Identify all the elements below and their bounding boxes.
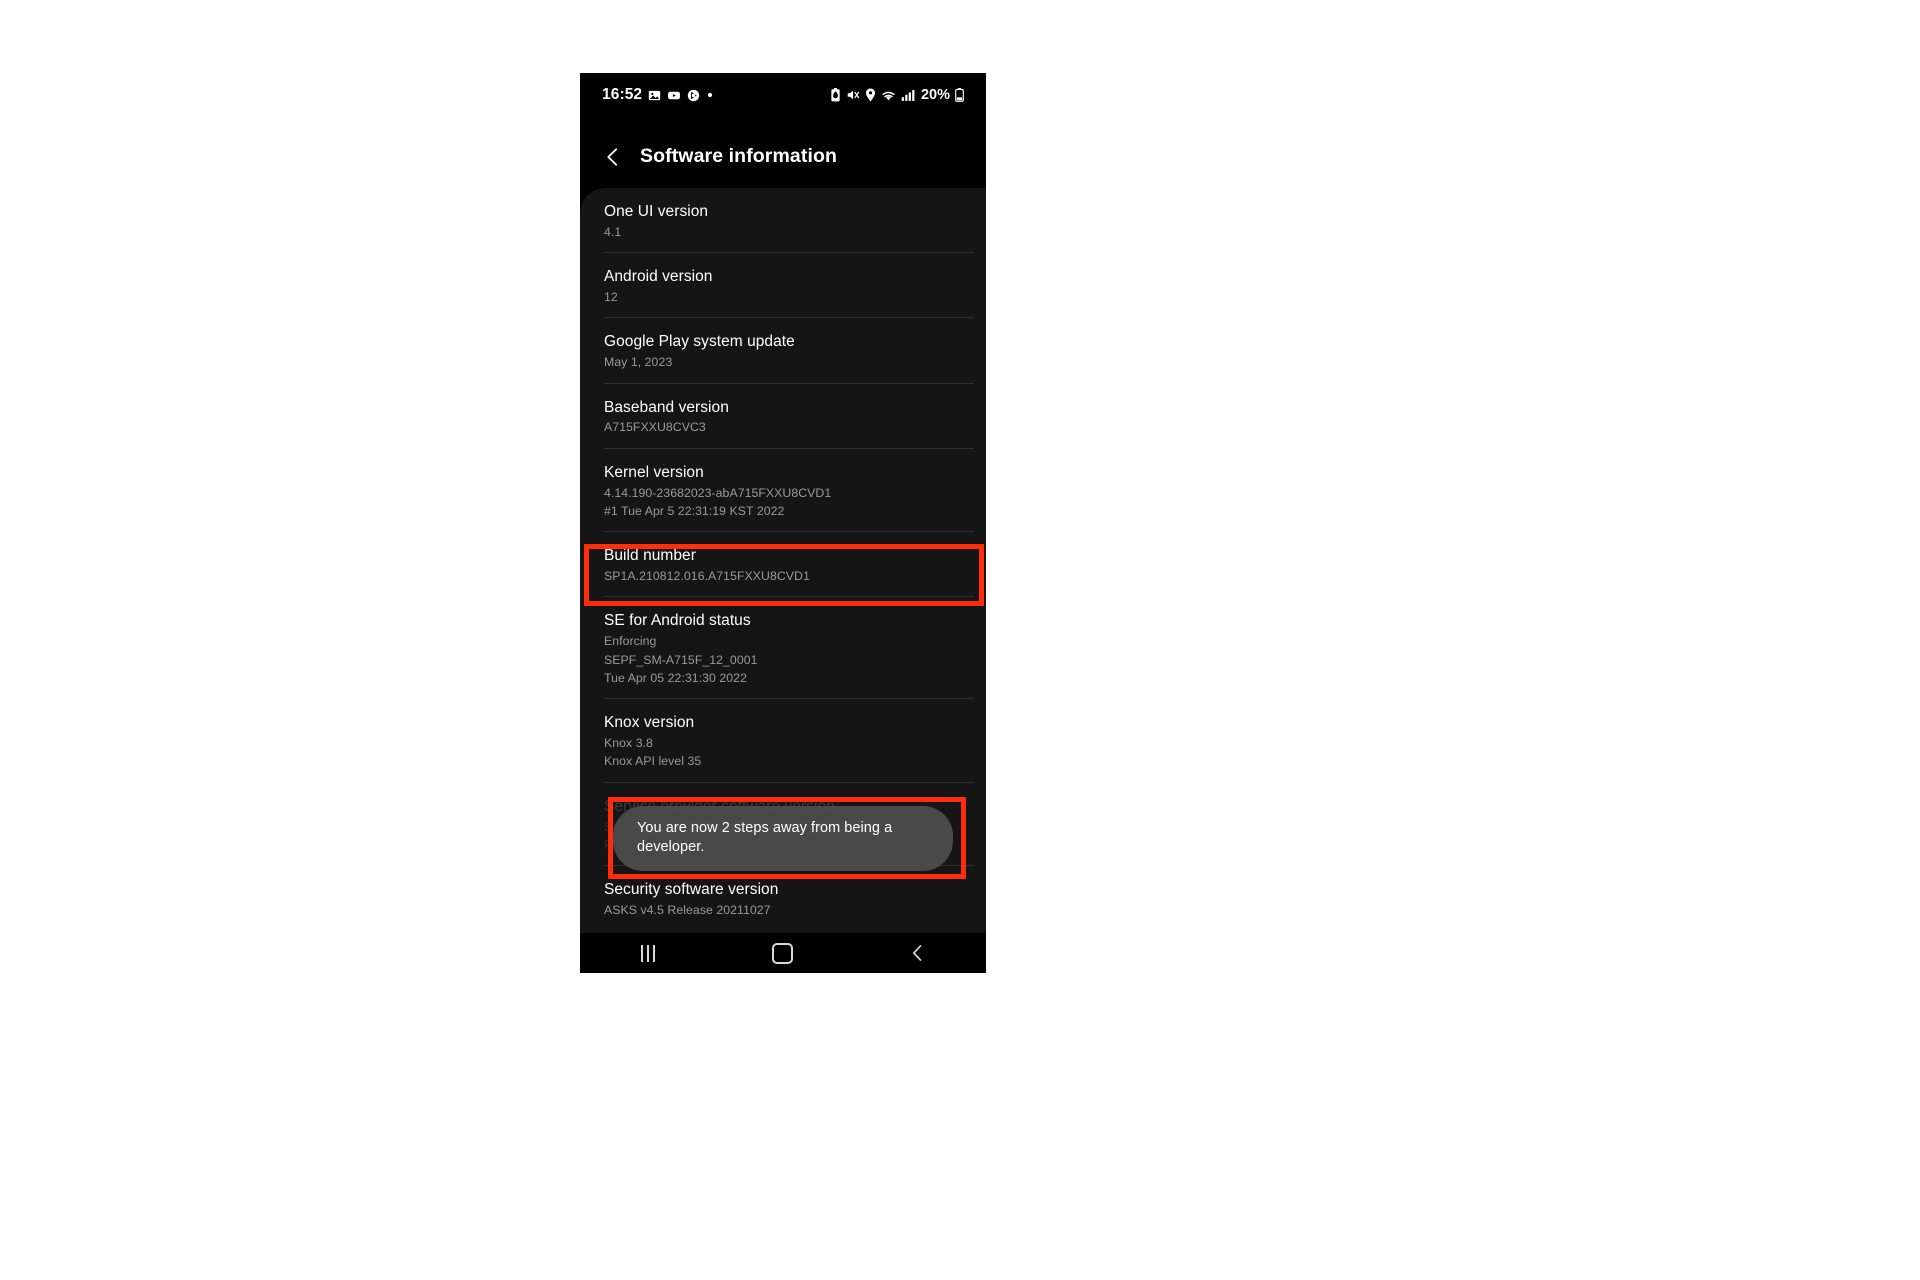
status-bar-clock: 16:52: [602, 86, 643, 104]
list-item-kernel-version[interactable]: Kernel version 4.14.190-23682023-abA715F…: [580, 449, 986, 533]
list-item-security-software-version[interactable]: Security software version ASKS v4.5 Rele…: [580, 866, 986, 931]
list-item-subtitle: 4.14.190-23682023-abA715FXXU8CVD1: [604, 485, 832, 500]
list-item-subtitle: Enforcing: [604, 634, 657, 649]
navigation-bar: [580, 933, 986, 973]
screenshot-canvas: 16:52 20% Software information One UI ve…: [0, 0, 1920, 1280]
youtube-icon: [667, 89, 681, 102]
back-chevron-icon[interactable]: [600, 144, 626, 170]
battery-saver-icon: [830, 88, 841, 102]
list-item-title: Baseband version: [604, 398, 729, 416]
list-item-se-for-android-status[interactable]: SE for Android status Enforcing SEPF_SM-…: [580, 597, 986, 700]
list-item-subtitle: ASKS v4.5 Release 20211027: [604, 903, 771, 918]
toast-message: You are now 2 steps away from being a de…: [637, 820, 893, 856]
list-item-title: Android version: [604, 268, 713, 286]
page-title: Software information: [640, 145, 838, 167]
list-item-android-version[interactable]: Android version 12: [580, 253, 986, 319]
list-item-title: Security software version: [604, 881, 779, 899]
list-item-title: Google Play system update: [604, 333, 795, 351]
list-item-baseband-version[interactable]: Baseband version A715FXXU8CVC3: [580, 384, 986, 449]
list-item-build-number[interactable]: Build number SP1A.210812.016.A715FXXU8CV…: [580, 532, 986, 598]
dot-icon: [706, 91, 714, 99]
back-icon[interactable]: [890, 937, 946, 969]
list-item-title: Knox version: [604, 714, 695, 732]
list-item-subtitle: Knox 3.8: [604, 736, 653, 751]
list-item-subtitle: Knox API level 35: [604, 754, 702, 769]
wifi-icon: [881, 89, 896, 102]
list-item-title: One UI version: [604, 203, 709, 220]
app-icon: [687, 89, 700, 102]
list-item-subtitle: Tue Apr 05 22:31:30 2022: [604, 670, 747, 685]
list-item-subtitle: 4.1: [604, 224, 622, 239]
page-header: Software information: [580, 117, 986, 196]
toast-notification: You are now 2 steps away from being a de…: [613, 806, 953, 872]
list-item-title: Kernel version: [604, 463, 704, 481]
list-item-subtitle: 12: [604, 290, 618, 304]
list-item-subtitle: SP1A.210812.016.A715FXXU8CVD1: [604, 569, 810, 584]
list-item-knox-version[interactable]: Knox version Knox 3.8 Knox API level 35: [580, 699, 986, 783]
gallery-icon: [648, 89, 661, 102]
battery-icon: [955, 88, 964, 102]
phone-screen: 16:52 20% Software information One UI ve…: [580, 73, 986, 973]
mute-vibrate-icon: [846, 88, 860, 102]
list-item-subtitle: #1 Tue Apr 5 22:31:19 KST 2022: [604, 503, 785, 518]
location-icon: [865, 88, 876, 102]
battery-percent-label: 20%: [920, 86, 950, 103]
list-item-subtitle: May 1, 2023: [604, 355, 673, 370]
list-item-one-ui-version[interactable]: One UI version 4.1: [580, 188, 986, 254]
status-bar: 16:52 20%: [580, 73, 986, 117]
status-bar-left: 16:52: [602, 87, 714, 103]
list-item-google-play-system-update[interactable]: Google Play system update May 1, 2023: [580, 318, 986, 384]
signal-icon: [901, 89, 915, 102]
status-bar-right: 20%: [830, 88, 964, 103]
list-item-title: SE for Android status: [604, 612, 751, 630]
home-icon[interactable]: [755, 937, 811, 969]
recent-apps-icon[interactable]: [620, 937, 676, 969]
list-item-subtitle: SEPF_SM-A715F_12_0001: [604, 652, 758, 667]
list-item-title: Build number: [604, 547, 696, 565]
list-item-subtitle: A715FXXU8CVC3: [604, 420, 706, 435]
